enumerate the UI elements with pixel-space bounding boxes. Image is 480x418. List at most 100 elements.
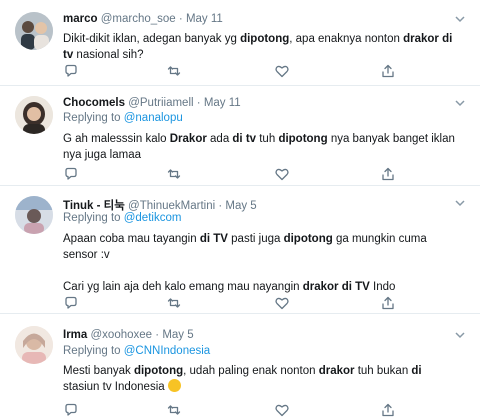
text-segment: Cari yg lain aja deh kalo emang mau naya…: [63, 281, 303, 293]
text-segment: Mesti banyak: [63, 365, 134, 377]
tweet-text-line: stasiun tv Indonesia 🙃: [63, 379, 463, 395]
replying-to-label: Replying to: [63, 345, 124, 357]
retweet-icon[interactable]: [166, 166, 182, 182]
highlighted-keyword: di: [411, 365, 422, 377]
chevron-down-icon[interactable]: [454, 329, 466, 341]
text-segment: pasti juga: [227, 233, 284, 245]
share-icon[interactable]: [380, 402, 396, 418]
text-segment: nya juga lamaa: [63, 149, 141, 161]
tweet[interactable]: Tinuk - 티눅 @ThinuekMartini · May 5 Reply…: [0, 186, 480, 314]
reply-handle-link[interactable]: @nanalopu: [124, 112, 183, 124]
tweet-text-line: Mesti banyak dipotong, udah paling enak …: [63, 363, 463, 379]
highlighted-keyword: Drakor: [169, 133, 207, 145]
share-icon[interactable]: [380, 63, 396, 79]
reply-handle-link[interactable]: @CNNIndonesia: [124, 345, 210, 357]
handle[interactable]: @marcho_soe: [101, 13, 176, 25]
timestamp[interactable]: May 5: [162, 329, 193, 341]
retweet-icon[interactable]: [166, 295, 182, 311]
tweet[interactable]: Irma @xoohoxee · May 5 Replying to @CNNI…: [0, 314, 480, 418]
reply-icon[interactable]: [63, 166, 79, 182]
handle[interactable]: @xoohoxee: [91, 329, 153, 341]
tweet-actions: [63, 166, 403, 182]
text-segment: , udah paling enak nonton: [183, 365, 319, 377]
heart-icon[interactable]: [274, 295, 290, 311]
reply-icon[interactable]: [63, 402, 79, 418]
text-segment: tuh: [256, 133, 279, 145]
timestamp[interactable]: May 11: [186, 13, 223, 25]
highlighted-keyword: dipotong: [278, 133, 328, 145]
text-segment: Indo: [369, 281, 396, 293]
text-segment: tuh bukan: [354, 365, 412, 377]
highlighted-keyword: dipotong: [240, 33, 290, 45]
upside-down-face-emoji: 🙃: [167, 379, 181, 392]
retweet-icon[interactable]: [166, 63, 182, 79]
heart-icon[interactable]: [274, 166, 290, 182]
separator: ·: [218, 200, 223, 212]
display-name[interactable]: Tinuk - 티눅: [63, 200, 125, 212]
tweet-text: G ah malesssin kalo Drakor ada di tv tuh…: [63, 131, 463, 163]
share-icon[interactable]: [380, 295, 396, 311]
reply-icon[interactable]: [63, 63, 79, 79]
replying-to: Replying to @nanalopu: [63, 112, 183, 124]
tweet-header: Chocomels @Putriiamell · May 11: [63, 97, 241, 109]
tweet[interactable]: Chocomels @Putriiamell · May 11 Replying…: [0, 86, 480, 186]
highlighted-keyword: di TV: [199, 233, 228, 245]
separator: ·: [196, 97, 201, 109]
highlighted-keyword: drakor: [318, 365, 355, 377]
display-name[interactable]: Chocomels: [63, 97, 125, 109]
avatar[interactable]: [15, 96, 53, 134]
chevron-down-icon[interactable]: [454, 13, 466, 25]
chevron-down-icon[interactable]: [454, 97, 466, 109]
separator: ·: [178, 13, 183, 25]
retweet-icon[interactable]: [166, 402, 182, 418]
tweet-text-line: tv nasional sih?: [63, 47, 463, 63]
tweet[interactable]: marco @marcho_soe · May 11 Dikit-dikit i…: [0, 0, 480, 86]
share-icon[interactable]: [380, 166, 396, 182]
chevron-down-icon[interactable]: [454, 197, 466, 209]
replying-to-label: Replying to: [63, 112, 124, 124]
tweet-text-line: [63, 263, 463, 279]
separator: ·: [155, 329, 160, 341]
tweet-text: Dikit-dikit iklan, adegan banyak yg dipo…: [63, 31, 463, 63]
timestamp[interactable]: May 5: [225, 200, 256, 212]
text-segment: stasiun tv Indonesia: [63, 381, 168, 393]
text-segment: , apa enaknya nonton: [289, 33, 404, 45]
highlighted-keyword: dipotong: [133, 365, 184, 377]
avatar[interactable]: [15, 196, 53, 234]
reply-handle-link[interactable]: @detikcom: [124, 212, 182, 224]
display-name[interactable]: marco: [63, 13, 98, 25]
handle[interactable]: @ThinuekMartini: [128, 200, 215, 212]
replying-to-label: Replying to: [63, 212, 124, 224]
tweet-text-line: Apaan coba mau tayangin di TV pasti juga…: [63, 231, 463, 247]
tweet-actions: [63, 402, 403, 418]
tweet-actions: [63, 295, 403, 311]
heart-icon[interactable]: [274, 402, 290, 418]
highlighted-keyword: di tv: [232, 133, 257, 145]
highlighted-keyword: drakor di TV: [302, 281, 370, 293]
tweet-text: Apaan coba mau tayangin di TV pasti juga…: [63, 231, 463, 295]
text-segment: ada: [206, 133, 233, 145]
tweet-text-line: G ah malesssin kalo Drakor ada di tv tuh…: [63, 131, 463, 147]
avatar[interactable]: [15, 12, 53, 50]
tweet-header: Irma @xoohoxee · May 5: [63, 329, 194, 341]
tweet-text: Mesti banyak dipotong, udah paling enak …: [63, 363, 463, 395]
highlighted-keyword: tv: [63, 49, 74, 61]
text-segment: nasional sih?: [73, 49, 144, 61]
text-segment: Apaan coba mau tayangin: [63, 233, 200, 245]
avatar[interactable]: [15, 326, 53, 364]
tweet-header: marco @marcho_soe · May 11: [63, 13, 223, 25]
tweet-text-line: Dikit-dikit iklan, adegan banyak yg dipo…: [63, 31, 463, 47]
text-segment: G ah malesssin kalo: [63, 133, 170, 145]
tweet-text-line: sensor :v: [63, 247, 463, 263]
highlighted-keyword: dipotong: [283, 233, 333, 245]
timestamp[interactable]: May 11: [204, 97, 241, 109]
heart-icon[interactable]: [274, 63, 290, 79]
tweet-actions: [63, 63, 403, 79]
display-name[interactable]: Irma: [63, 329, 87, 341]
highlighted-keyword: drakor di: [403, 33, 453, 45]
replying-to: Replying to @detikcom: [63, 212, 181, 224]
replying-to: Replying to @CNNIndonesia: [63, 345, 210, 357]
handle[interactable]: @Putriiamell: [128, 97, 193, 109]
reply-icon[interactable]: [63, 295, 79, 311]
text-segment: Dikit-dikit iklan, adegan banyak yg: [63, 33, 241, 45]
